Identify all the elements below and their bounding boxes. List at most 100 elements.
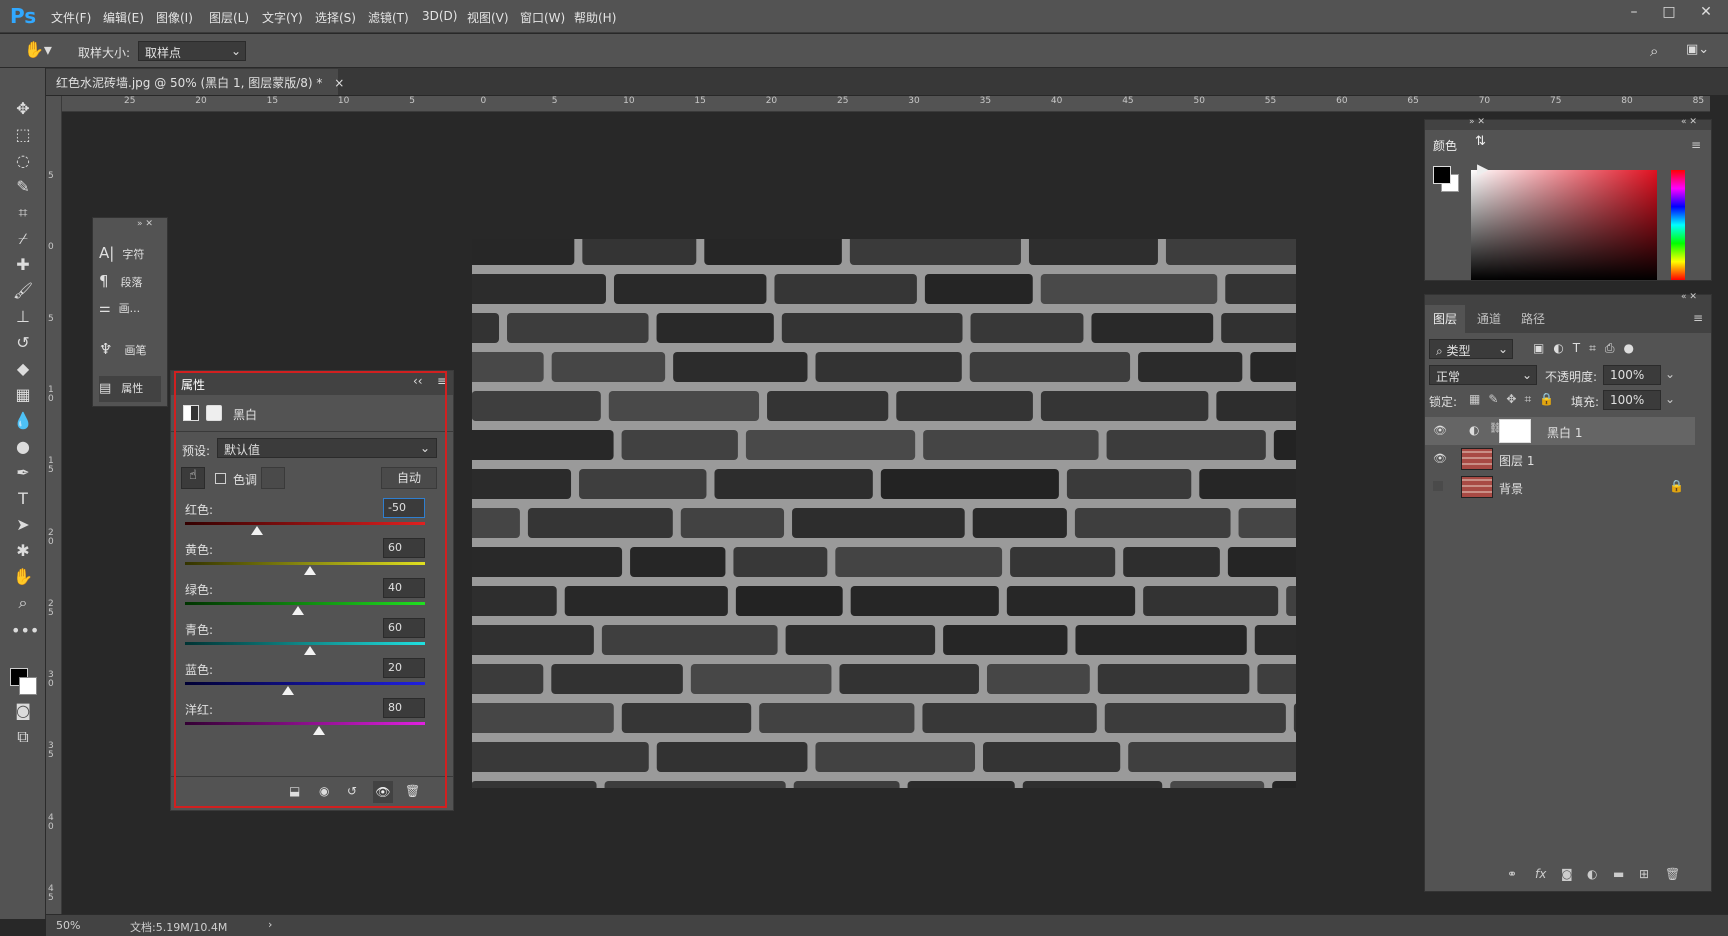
blend-mode-select[interactable]: 正常 ⌄ <box>1429 365 1537 385</box>
gradient-tool-icon[interactable]: ▦ <box>11 384 35 406</box>
type-tool-icon[interactable]: T <box>11 488 35 510</box>
blur-tool-icon[interactable]: 💧 <box>11 410 35 432</box>
panel-character[interactable]: A| 字符 <box>99 240 161 266</box>
menu-edit[interactable]: 编辑(E) <box>103 9 144 26</box>
quick-select-tool-icon[interactable]: ✎ <box>11 176 35 198</box>
slider-track[interactable] <box>185 602 425 605</box>
color-field[interactable] <box>1471 170 1657 280</box>
layer-mask-icon[interactable] <box>206 405 222 421</box>
slider-thumb[interactable] <box>251 526 263 535</box>
menu-help[interactable]: 帮助(H) <box>574 9 616 26</box>
mask-thumbnail[interactable] <box>1499 419 1531 443</box>
targeted-adjustment-icon[interactable]: ☝ <box>181 467 205 489</box>
move-tool-icon[interactable]: ✥ <box>11 98 35 120</box>
slider-value-input[interactable]: 80 <box>383 698 425 718</box>
view-previous-icon[interactable]: ◉ <box>319 784 329 798</box>
link-layers-icon[interactable]: ⚭ <box>1507 867 1517 881</box>
eyedropper-tool-icon[interactable]: ⌿ <box>11 228 35 250</box>
fx-icon[interactable]: fx <box>1535 867 1546 881</box>
tab-channels[interactable]: 通道 <box>1469 305 1509 333</box>
pen-tool-icon[interactable]: ✒ <box>11 462 35 484</box>
new-layer-icon[interactable]: ⊞ <box>1639 867 1649 881</box>
preset-select[interactable]: 默认值 ⌄ <box>217 438 437 458</box>
eraser-tool-icon[interactable]: ◆ <box>11 358 35 380</box>
minimize-icon[interactable]: – <box>1620 2 1648 22</box>
new-adjustment-icon[interactable]: ◐ <box>1587 867 1597 881</box>
fill-dropdown-icon[interactable]: ⌄ <box>1665 392 1675 406</box>
menu-window[interactable]: 窗口(W) <box>520 9 565 26</box>
slider-thumb[interactable] <box>303 646 316 655</box>
delete-icon[interactable]: 🗑 <box>405 784 420 798</box>
auto-button[interactable]: 自动 <box>381 467 437 489</box>
panel-menu-icon[interactable]: ≡ <box>437 374 447 388</box>
history-brush-icon[interactable]: ↺ <box>11 332 35 354</box>
hue-slider[interactable] <box>1671 170 1685 280</box>
zoom-level[interactable]: 50% <box>56 919 80 932</box>
menu-select[interactable]: 选择(S) <box>315 9 356 26</box>
slider-value-input[interactable]: 40 <box>383 578 425 598</box>
screen-mode-icon[interactable]: ⧉ <box>11 726 35 748</box>
new-group-icon[interactable]: ▬ <box>1613 867 1624 881</box>
fill-input[interactable]: 100% <box>1603 390 1661 410</box>
maximize-icon[interactable]: □ <box>1655 2 1683 22</box>
path-select-icon[interactable]: ➤ <box>11 514 35 536</box>
slider-thumb[interactable] <box>291 606 304 615</box>
tint-checkbox[interactable] <box>215 473 226 484</box>
panel-collapse-icon[interactable]: « ✕ <box>1681 292 1697 302</box>
layer-filter-select[interactable]: ⌕ 类型 ⌄ <box>1429 339 1513 359</box>
slider-track[interactable] <box>185 722 425 725</box>
close-window-icon[interactable]: ✕ <box>1692 2 1720 22</box>
slider-thumb[interactable] <box>313 726 326 735</box>
tab-paths[interactable]: 路径 <box>1513 305 1553 333</box>
play-icon[interactable]: ▶ <box>1477 160 1497 180</box>
hand-tool-preset-icon[interactable]: ✋▾ <box>24 40 52 59</box>
menu-view[interactable]: 视图(V) <box>467 9 509 26</box>
layer-row[interactable]: 背景 🔒 <box>1425 473 1695 501</box>
dodge-tool-icon[interactable]: ● <box>11 436 35 458</box>
slider-thumb[interactable] <box>282 686 295 695</box>
background-color-swatch[interactable] <box>19 677 37 695</box>
sample-size-select[interactable]: 取样点 ⌄ <box>138 41 246 61</box>
quick-mask-icon[interactable]: ◙ <box>11 700 35 722</box>
slider-value-input[interactable]: 20 <box>383 658 425 678</box>
zoom-tool-icon[interactable]: ⌕ <box>11 592 35 614</box>
status-arrow-icon[interactable]: › <box>268 918 272 931</box>
healing-brush-icon[interactable]: ✚ <box>11 254 35 276</box>
crop-tool-icon[interactable]: ⌗ <box>11 202 35 224</box>
layers-panel-menu-icon[interactable]: ≡ <box>1693 311 1703 325</box>
slider-track[interactable] <box>185 682 425 685</box>
adjustment-layer-icon[interactable] <box>183 405 199 421</box>
panel-brush[interactable]: ♆ 画笔 <box>99 336 161 362</box>
menu-image[interactable]: 图像(I) <box>156 9 193 26</box>
more-tools-icon[interactable]: ••• <box>11 620 39 642</box>
panel-expand-icon[interactable]: » ✕ <box>1469 117 1485 127</box>
slider-value-input[interactable]: -50 <box>383 498 425 518</box>
menu-type[interactable]: 文字(Y) <box>262 9 303 26</box>
menu-3d[interactable]: 3D(D) <box>422 9 457 23</box>
add-mask-icon[interactable]: ◙ <box>1561 867 1573 881</box>
stamp-tool-icon[interactable]: ⊥ <box>11 306 35 328</box>
opacity-dropdown-icon[interactable]: ⌄ <box>1665 367 1675 381</box>
panel-paragraph[interactable]: ¶ 段落 <box>99 268 161 294</box>
lock-icons[interactable]: ▦✎✥⌗🔒 <box>1469 392 1562 407</box>
slider-track[interactable] <box>185 522 425 525</box>
menu-file[interactable]: 文件(F) <box>51 9 91 26</box>
color-tab[interactable]: 颜色 <box>1425 132 1467 156</box>
layer-row[interactable]: 👁 ◐ ⛓ 黑白 1 <box>1425 417 1695 445</box>
eye-icon[interactable]: 👁 <box>1433 452 1447 465</box>
panel-brush-settings[interactable]: ⚌ 画... <box>99 296 161 322</box>
brush-tool-icon[interactable]: 🖌 <box>11 280 35 302</box>
opacity-input[interactable]: 100% <box>1603 365 1661 385</box>
collapse-panel-icon[interactable]: ‹‹ <box>413 374 423 388</box>
document-image[interactable] <box>472 239 1296 788</box>
clip-to-layer-icon[interactable]: ⬓ <box>289 784 300 798</box>
slider-value-input[interactable]: 60 <box>383 618 425 638</box>
panel-properties[interactable]: ▤ 属性 <box>99 376 161 402</box>
tab-close-icon[interactable]: × <box>334 76 344 90</box>
visibility-icon[interactable]: 👁 <box>373 781 393 803</box>
search-icon[interactable]: ⌕ <box>1650 42 1658 60</box>
eye-icon[interactable]: 👁 <box>1433 424 1447 437</box>
lasso-tool-icon[interactable]: ◌ <box>11 150 35 172</box>
slider-value-input[interactable]: 60 <box>383 538 425 558</box>
panel-expand-icon[interactable]: » ✕ <box>137 219 153 229</box>
